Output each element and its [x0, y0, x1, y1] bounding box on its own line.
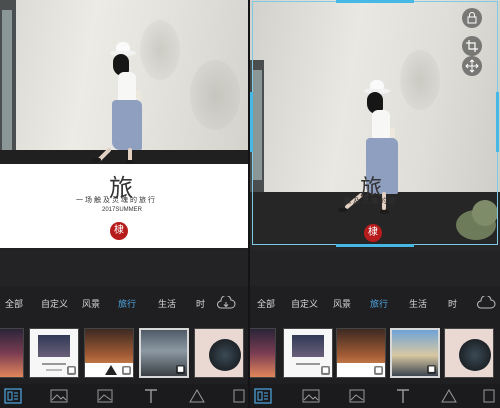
- more-icon[interactable]: [482, 388, 500, 404]
- right-photo-canvas[interactable]: 旅 触及灵魂的旅 棣: [250, 0, 500, 250]
- skirt: [112, 100, 142, 150]
- template-thumb[interactable]: [194, 328, 244, 378]
- image-icon[interactable]: [50, 388, 68, 404]
- white-blouse: [118, 72, 136, 102]
- crop-icon[interactable]: [462, 36, 482, 56]
- spacer-bar: [250, 250, 500, 286]
- tab-scenery[interactable]: 风景: [333, 297, 351, 310]
- thumb-text-line: [42, 363, 66, 365]
- thumb-text-line: [296, 363, 320, 365]
- tab-custom[interactable]: 自定义: [41, 297, 68, 310]
- thumb-image: [292, 335, 324, 357]
- thumb-circle-image: [209, 339, 241, 371]
- cloud-download-icon[interactable]: [216, 296, 236, 310]
- left-photo-canvas[interactable]: 旅 一场触及灵魂的旅行 2017SUMMER 棣: [0, 0, 250, 250]
- crop-handle-left[interactable]: [250, 92, 253, 152]
- template-thumb[interactable]: ■: [336, 328, 386, 378]
- template-text-card[interactable]: 旅 一场触及灵魂的旅行 2017SUMMER 棣: [0, 164, 250, 248]
- template-thumb-selected[interactable]: ■: [139, 328, 189, 378]
- tab-life[interactable]: 生活: [409, 297, 427, 310]
- window-glass: [2, 10, 12, 150]
- seal-stamp: 棣: [110, 222, 128, 240]
- template-thumb[interactable]: ■: [283, 328, 333, 378]
- template-year: 2017SUMMER: [102, 207, 143, 213]
- move-icon[interactable]: [462, 56, 482, 76]
- template-icon[interactable]: [254, 388, 272, 404]
- template-thumb[interactable]: [250, 328, 276, 378]
- thumb-text-line: [46, 369, 62, 371]
- tab-scenery[interactable]: 风景: [82, 297, 100, 310]
- crop-handle-right[interactable]: [496, 92, 499, 152]
- shape-icon[interactable]: [188, 388, 206, 404]
- image-icon[interactable]: [302, 388, 320, 404]
- handbag: [136, 90, 141, 100]
- lock-icon: ■: [176, 365, 185, 374]
- template-subtitle: 一场触及灵魂的旅行: [76, 196, 157, 204]
- spacer-bar: [0, 250, 250, 286]
- left-editor-panel: 旅 一场触及灵魂的旅行 2017SUMMER 棣 全部 自定义 风景 旅行 生活…: [0, 0, 250, 408]
- text-icon[interactable]: [394, 388, 412, 404]
- template-thumb[interactable]: ■: [84, 328, 134, 378]
- lock-icon[interactable]: [462, 8, 482, 28]
- tab-travel[interactable]: 旅行: [370, 297, 388, 310]
- wall-stain: [140, 20, 180, 80]
- template-thumb[interactable]: [0, 328, 24, 378]
- lock-icon: ■: [67, 366, 76, 375]
- wall-stain: [190, 60, 240, 130]
- lock-icon: ■: [122, 366, 131, 375]
- cloud-download-icon[interactable]: [476, 296, 496, 310]
- photo-icon[interactable]: [96, 388, 114, 404]
- thumb-image: [38, 335, 70, 357]
- hat-top: [116, 42, 130, 51]
- photo-icon[interactable]: [348, 388, 366, 404]
- lock-icon: ■: [321, 366, 330, 375]
- tab-custom[interactable]: 自定义: [291, 297, 318, 310]
- template-thumbnails: ■ ■ ■: [0, 324, 250, 382]
- thumb-circle-image: [459, 339, 491, 371]
- lock-icon: ■: [374, 366, 383, 375]
- bottom-toolbar: [0, 384, 250, 408]
- template-thumbnails: ■ ■ ■: [250, 324, 500, 382]
- template-icon[interactable]: [4, 388, 22, 404]
- tab-time[interactable]: 时: [448, 297, 457, 310]
- right-editor-panel: 旅 触及灵魂的旅 棣 全部 自定义 风景 旅行 生活 时 ■ ■ ■: [250, 0, 500, 408]
- template-thumb-selected[interactable]: ■: [390, 328, 440, 378]
- tab-travel[interactable]: 旅行: [118, 297, 136, 310]
- tab-life[interactable]: 生活: [158, 297, 176, 310]
- template-thumb[interactable]: [444, 328, 494, 378]
- lock-icon: ■: [427, 365, 436, 374]
- shape-icon[interactable]: [440, 388, 458, 404]
- tab-time[interactable]: 时: [196, 297, 205, 310]
- crop-handle-bottom[interactable]: [336, 244, 414, 247]
- category-tabs: 全部 自定义 风景 旅行 生活 时: [0, 287, 250, 321]
- shoe: [92, 158, 101, 162]
- tab-all[interactable]: 全部: [5, 297, 23, 310]
- tab-all[interactable]: 全部: [257, 297, 275, 310]
- window-frame: [0, 0, 16, 160]
- category-tabs: 全部 自定义 风景 旅行 生活 时: [250, 287, 500, 321]
- crop-handle-top[interactable]: [336, 0, 414, 3]
- template-thumb[interactable]: ■: [29, 328, 79, 378]
- thumb-logo: [105, 365, 117, 375]
- text-icon[interactable]: [142, 388, 160, 404]
- bottom-toolbar: [250, 384, 500, 408]
- app-root: 旅 一场触及灵魂的旅行 2017SUMMER 棣 全部 自定义 风景 旅行 生活…: [0, 0, 500, 408]
